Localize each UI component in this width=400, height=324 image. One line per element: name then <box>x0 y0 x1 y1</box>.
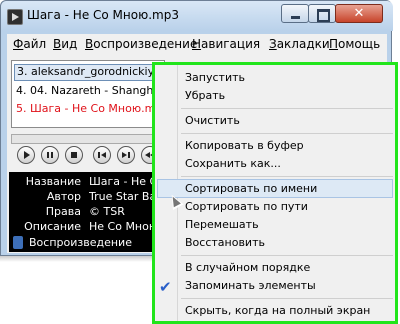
close-icon: ✕ <box>353 6 365 21</box>
menu-file[interactable]: Файл <box>13 37 46 51</box>
play-icon <box>24 151 30 159</box>
track-info-panel: Название Шага - Не Со Мною Автор True St… <box>9 172 165 234</box>
menu-item-sort-by-name[interactable]: Сортировать по имени <box>185 182 317 195</box>
menu-separator <box>181 108 393 109</box>
menu-item-random-order[interactable]: В случайном порядке <box>185 261 310 274</box>
menu-playback[interactable]: Воспроизведение <box>85 37 197 51</box>
info-label-description: Описание <box>24 220 81 233</box>
menu-separator <box>181 133 393 134</box>
status-icon <box>13 236 23 249</box>
menu-item-start[interactable]: Запустить <box>185 71 245 84</box>
playlist-item[interactable]: 4. 04. Nazareth - Shanghai <box>16 84 162 97</box>
menu-item-shuffle[interactable]: Перемешать <box>185 218 259 231</box>
menu-item-sort-by-path[interactable]: Сортировать по пути <box>185 200 308 213</box>
menu-separator <box>181 176 393 177</box>
menu-bar: Файл Вид Воспроизведение Навигация Закла… <box>7 34 387 54</box>
playlist-item[interactable]: 3. aleksandr_gorodnickiy <box>14 64 160 81</box>
menu-navigation[interactable]: Навигация <box>192 37 260 51</box>
playlist[interactable]: 3. aleksandr_gorodnickiy 4. 04. Nazareth… <box>11 60 165 128</box>
menu-help[interactable]: Помощь <box>329 37 380 51</box>
menu-bookmarks[interactable]: Закладки <box>269 37 330 51</box>
title-bar[interactable]: Шага - Не Со Мною.mp3 ✕ <box>1 1 393 31</box>
stop-icon <box>71 152 77 158</box>
menu-view[interactable]: Вид <box>53 37 77 51</box>
stop-button[interactable] <box>65 146 83 164</box>
checkmark-icon: ✔ <box>159 278 172 296</box>
pause-button[interactable] <box>41 146 59 164</box>
context-menu: ✔ Запустить Убрать Очистить Копировать в… <box>152 62 398 324</box>
playlist-item-playing[interactable]: 5. Шага - Не Со Мною.mp3 <box>16 102 162 115</box>
play-button[interactable] <box>17 146 35 164</box>
menu-item-clear[interactable]: Очистить <box>185 114 240 127</box>
info-label-title: Название <box>25 175 81 188</box>
menu-item-remember-items[interactable]: Запоминать элементы <box>185 279 316 292</box>
menu-separator <box>181 298 393 299</box>
previous-icon <box>98 152 106 158</box>
menu-item-remove[interactable]: Убрать <box>185 89 225 102</box>
status-bar: Воспроизведение <box>9 234 165 252</box>
close-button[interactable]: ✕ <box>335 4 383 23</box>
previous-button[interactable] <box>93 146 111 164</box>
maximize-button[interactable] <box>308 4 336 23</box>
next-button[interactable] <box>117 146 135 164</box>
next-icon <box>122 152 130 158</box>
info-label-author: Автор <box>46 190 81 203</box>
menu-separator <box>181 255 393 256</box>
pause-icon <box>47 152 53 158</box>
menu-item-copy[interactable]: Копировать в буфер <box>185 139 304 152</box>
status-text: Воспроизведение <box>29 236 132 249</box>
menu-item-restore[interactable]: Восстановить <box>185 236 265 249</box>
window-title: Шага - Не Со Мною.mp3 <box>27 8 179 22</box>
menu-item-save-as[interactable]: Сохранить как... <box>185 157 281 170</box>
info-label-rights: Права <box>45 205 81 218</box>
minimize-button[interactable] <box>281 4 309 23</box>
menu-item-hide-fullscreen[interactable]: Скрыть, когда на полный экран <box>185 304 370 317</box>
seek-bar[interactable] <box>11 134 165 144</box>
app-icon[interactable] <box>7 9 23 25</box>
